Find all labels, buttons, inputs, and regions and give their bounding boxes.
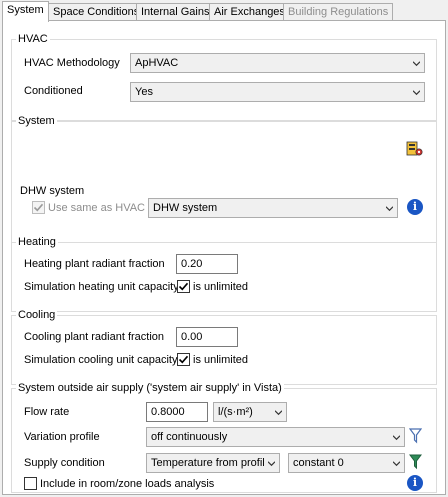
- supply-profile-dropdown[interactable]: constant 0: [288, 453, 405, 473]
- tab-label: System: [7, 4, 44, 16]
- cooling-group-title: Cooling: [16, 309, 58, 321]
- checkmark-icon: [33, 203, 44, 212]
- variation-profile-label: Variation profile: [24, 431, 100, 443]
- heating-radiant-fraction-label: Heating plant radiant fraction: [24, 258, 165, 270]
- system-tab-panel: HVAC HVAC Methodology ApHVAC Conditioned…: [2, 20, 446, 495]
- cooling-group: Cooling Cooling plant radiant fraction 0…: [11, 309, 437, 385]
- tab-label: Air Exchanges: [214, 6, 285, 18]
- system-group-title: System: [16, 115, 57, 127]
- use-same-as-hvac-label: Use same as HVAC: [48, 202, 145, 214]
- variation-profile-value: off continuously: [151, 431, 228, 443]
- tab-space-conditions[interactable]: Space Conditions: [48, 3, 145, 20]
- hvac-group: HVAC HVAC Methodology ApHVAC Conditioned…: [11, 33, 437, 121]
- filter-icon[interactable]: [409, 427, 422, 445]
- tab-building-regulations: Building Regulations: [283, 3, 394, 20]
- chevron-down-icon: [386, 206, 393, 212]
- heating-radiant-fraction-input[interactable]: 0.20: [176, 254, 238, 274]
- supply-condition-value: Temperature from profil: [151, 457, 265, 469]
- hvac-group-title: HVAC: [16, 33, 50, 45]
- chevron-down-icon: [413, 61, 420, 67]
- filter-active-icon[interactable]: [409, 453, 422, 471]
- supply-profile-value: constant 0: [293, 457, 344, 469]
- tab-air-exchanges[interactable]: Air Exchanges: [209, 3, 290, 20]
- cooling-unlimited-label: is unlimited: [193, 354, 249, 366]
- system-group: System DHW system Use same as HVAC DHW s…: [11, 115, 437, 249]
- chevron-down-icon: [275, 410, 282, 416]
- tab-label: Building Regulations: [288, 6, 389, 18]
- cooling-unlimited-checkbox[interactable]: [177, 353, 190, 366]
- conditioned-value: Yes: [135, 86, 153, 98]
- conditioned-label: Conditioned: [24, 85, 83, 97]
- heating-capacity-label: Simulation heating unit capacity: [24, 281, 179, 293]
- tab-label: Internal Gains: [141, 6, 210, 18]
- outside-air-supply-group: System outside air supply ('system air s…: [11, 382, 437, 493]
- hvac-methodology-label: HVAC Methodology: [24, 57, 120, 69]
- tab-internal-gains[interactable]: Internal Gains: [136, 3, 215, 20]
- chevron-down-icon: [413, 90, 420, 96]
- supply-condition-dropdown[interactable]: Temperature from profil: [146, 453, 280, 473]
- heating-unlimited-label: is unlimited: [193, 281, 249, 293]
- flow-rate-input[interactable]: 0.8000: [146, 402, 208, 422]
- flow-rate-unit-value: l/(s·m²): [218, 406, 253, 418]
- checkmark-icon: [178, 282, 189, 291]
- conditioned-dropdown[interactable]: Yes: [130, 82, 425, 102]
- info-icon[interactable]: i: [407, 199, 423, 215]
- flow-rate-unit-dropdown[interactable]: l/(s·m²): [213, 402, 287, 422]
- heating-group: Heating Heating plant radiant fraction 0…: [11, 236, 437, 312]
- hvac-methodology-dropdown[interactable]: ApHVAC: [130, 53, 425, 73]
- cooling-capacity-label: Simulation cooling unit capacity: [24, 354, 178, 366]
- tab-label: Space Conditions: [53, 6, 140, 18]
- supply-condition-label: Supply condition: [24, 457, 105, 469]
- cooling-radiant-fraction-label: Cooling plant radiant fraction: [24, 331, 165, 343]
- chevron-down-icon: [393, 461, 400, 467]
- variation-profile-dropdown[interactable]: off continuously: [146, 427, 405, 447]
- flow-rate-label: Flow rate: [24, 406, 70, 418]
- tab-system[interactable]: System: [2, 1, 49, 22]
- cooling-radiant-fraction-input[interactable]: 0.00: [176, 327, 238, 347]
- dhw-system-value: DHW system: [153, 202, 218, 214]
- heating-group-title: Heating: [16, 236, 58, 248]
- include-loads-analysis-checkbox[interactable]: [24, 477, 37, 490]
- outside-air-supply-title: System outside air supply ('system air s…: [16, 382, 284, 394]
- dhw-system-dropdown[interactable]: DHW system: [148, 198, 398, 218]
- chevron-down-icon: [268, 461, 275, 467]
- hvac-methodology-value: ApHVAC: [135, 57, 179, 69]
- system-settings-icon[interactable]: [406, 140, 424, 158]
- use-same-as-hvac-checkbox[interactable]: [32, 201, 45, 214]
- chevron-down-icon: [393, 435, 400, 441]
- tab-bar: System Space Conditions Internal Gains A…: [2, 0, 448, 22]
- dhw-system-label: DHW system: [20, 185, 85, 197]
- include-loads-analysis-label: Include in room/zone loads analysis: [40, 478, 215, 490]
- heating-unlimited-checkbox[interactable]: [177, 280, 190, 293]
- checkmark-icon: [178, 355, 189, 364]
- info-icon[interactable]: i: [407, 475, 423, 491]
